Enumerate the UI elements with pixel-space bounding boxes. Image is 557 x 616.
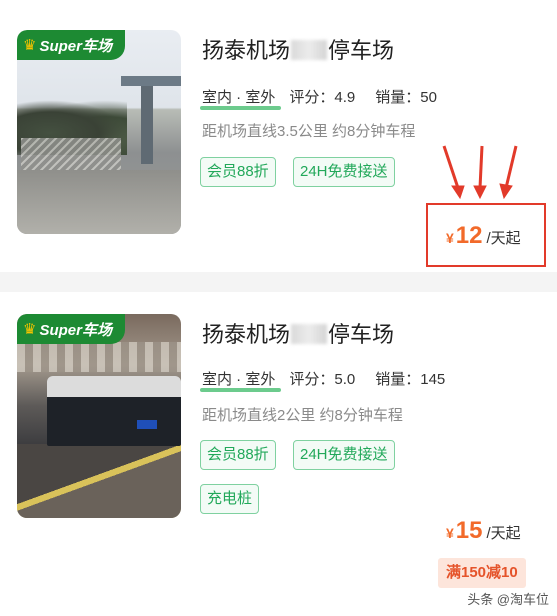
free-shuttle-tag: 24H免费接送: [293, 440, 395, 470]
rating-label: 评分：: [289, 89, 335, 106]
listing-photo[interactable]: ♛ Super车场: [17, 314, 181, 518]
title-right: 停车场: [328, 322, 395, 347]
sales-value: 145: [420, 371, 446, 388]
member-discount-tag: 会员88折: [200, 157, 276, 187]
listing-price: ¥15/天起: [446, 517, 521, 545]
rating-value: 5.0: [334, 371, 356, 388]
price-unit: /天起: [486, 525, 521, 542]
super-badge-label: Super车场: [39, 37, 112, 55]
sales-label: 销量：: [375, 371, 421, 388]
free-shuttle-tag: 24H免费接送: [293, 157, 395, 187]
rating-label: 评分：: [289, 371, 335, 388]
crown-icon: ♛: [23, 37, 37, 54]
currency-symbol: ¥: [446, 525, 454, 541]
red-arrows-annotation: [442, 145, 518, 200]
parking-listing-card[interactable]: ♛ Super车场 扬泰机场 停车场 室内 · 室外 评分：5.0 销量：145 距机…: [0, 292, 557, 616]
redacted-text: [291, 324, 328, 344]
location-type: 室内 · 室外: [199, 86, 282, 110]
super-badge: ♛ Super车场: [17, 30, 125, 60]
crown-icon: ♛: [23, 321, 37, 338]
distance-info: 距机场直线3.5公里 约8分钟车程: [202, 123, 416, 140]
rating-value: 4.9: [334, 89, 356, 106]
location-type: 室内 · 室外: [199, 368, 282, 392]
promo-coupon-badge[interactable]: 满150减10: [438, 558, 526, 588]
title-left: 扬泰机场: [202, 322, 291, 347]
sales-label: 销量：: [375, 89, 421, 106]
parking-garage-indoor-image: [17, 314, 181, 518]
listing-title[interactable]: 扬泰机场 停车场: [202, 317, 394, 349]
member-discount-tag: 会员88折: [200, 440, 276, 470]
parking-lot-outdoor-image: [17, 30, 181, 234]
price-value: 15: [455, 517, 483, 544]
listing-title[interactable]: 扬泰机场 停车场: [202, 33, 394, 65]
super-badge: ♛ Super车场: [17, 314, 125, 344]
super-badge-label: Super车场: [39, 321, 112, 339]
parking-listing-card[interactable]: ♛ Super车场 扬泰机场 停车场 室内 · 室外 评分：4.9 销量：50 距机场…: [0, 0, 557, 272]
price-unit: /天起: [486, 230, 521, 247]
title-right: 停车场: [328, 38, 395, 63]
redacted-text: [291, 40, 328, 60]
currency-symbol: ¥: [446, 230, 454, 246]
distance-info: 距机场直线2公里 约8分钟车程: [202, 407, 403, 424]
title-left: 扬泰机场: [202, 38, 291, 63]
charging-pile-tag: 充电桩: [200, 484, 260, 514]
listing-price: ¥12/天起: [446, 222, 521, 250]
listing-meta: 室内 · 室外 评分：4.9 销量：50: [199, 86, 437, 110]
listing-meta: 室内 · 室外 评分：5.0 销量：145: [199, 368, 446, 392]
listing-photo[interactable]: ♛ Super车场: [17, 30, 181, 234]
watermark: 头条 @淘车位: [467, 592, 549, 607]
price-value: 12: [455, 222, 483, 249]
sales-value: 50: [420, 89, 437, 106]
